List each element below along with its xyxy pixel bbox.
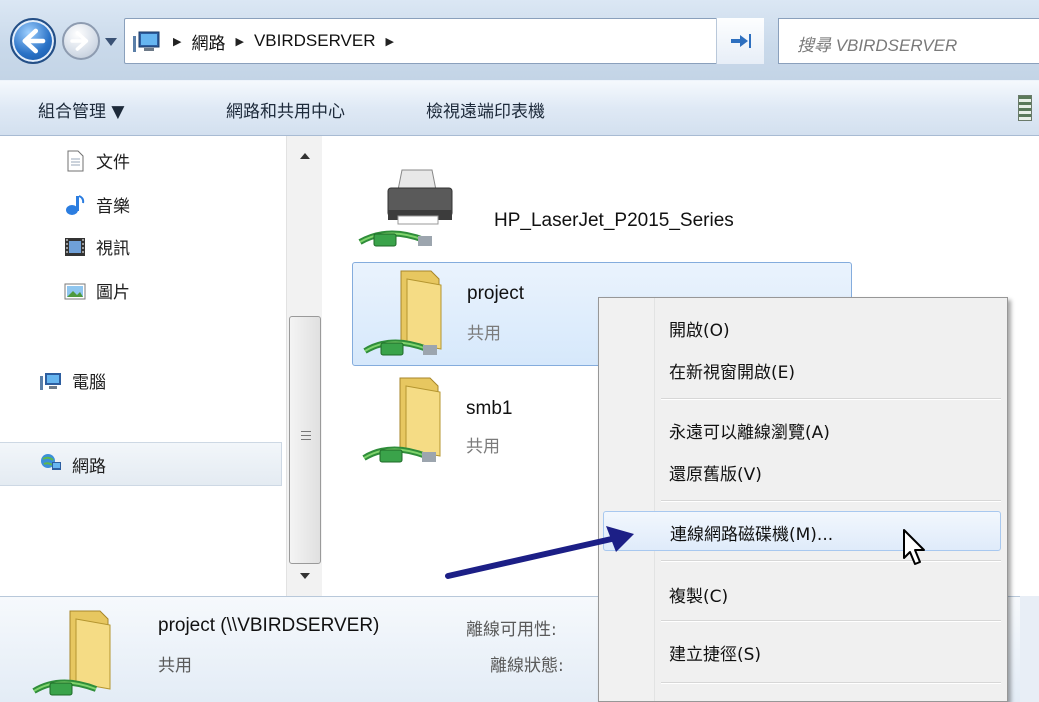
forward-button[interactable] (62, 22, 100, 60)
search-placeholder: 搜尋 VBIRDSERVER (797, 36, 958, 55)
sidebar-item-label: 文件 (96, 153, 130, 173)
command-bar: 組合管理 ▼ 網路和共用中心 檢視遠端印表機 (0, 80, 1039, 136)
menu-item-open[interactable]: 開啟(O) (603, 308, 1001, 348)
menu-item-label: 複製(C) (669, 587, 729, 607)
sidebar-item-label: 音樂 (96, 197, 130, 217)
sidebar-item-label: 視訊 (96, 239, 130, 259)
annotation-arrow-icon (445, 526, 634, 579)
menu-item-map-network-drive[interactable]: 連線網路磁碟機(M)... (603, 511, 1001, 551)
list-item-printer[interactable]: HP_LaserJet_P2015_Series (358, 160, 758, 260)
organize-menu-button[interactable]: 組合管理 ▼ (38, 97, 124, 122)
breadcrumb-network[interactable]: 網路 (191, 29, 225, 54)
sidebar-item-label: 網路 (72, 456, 106, 477)
navigation-pane: 文件 音樂 視訊 圖片 電腦 網路 (0, 136, 330, 596)
scroll-down-icon[interactable] (287, 564, 323, 588)
scrollbar-thumb[interactable] (289, 316, 321, 564)
search-input[interactable]: 搜尋 VBIRDSERVER (778, 18, 1039, 64)
item-type: 共用 (466, 437, 500, 457)
scrollbar-grip-icon (301, 431, 311, 443)
mouse-cursor-icon (903, 529, 925, 565)
sidebar-item-music[interactable]: 音樂 (64, 192, 130, 217)
network-icon (41, 454, 61, 470)
address-bar[interactable]: ▶ 網路 ▶ VBIRDSERVER ▶ (124, 18, 764, 64)
address-toolbar: ▶ 網路 ▶ VBIRDSERVER ▶ 搜尋 VBIRDSERVER (0, 0, 1039, 80)
menu-separator (661, 620, 1001, 622)
sidebar-item-videos[interactable]: 視訊 (64, 234, 130, 259)
window-frame (1020, 596, 1039, 702)
menu-item-label: 還原舊版(V) (669, 465, 762, 485)
video-icon (65, 237, 85, 256)
sidebar-item-computer[interactable]: 電腦 (40, 368, 106, 393)
picture-icon (64, 283, 86, 299)
refresh-button[interactable] (716, 18, 764, 64)
details-item-type: 共用 (158, 656, 192, 676)
menu-item-create-shortcut[interactable]: 建立捷徑(S) (603, 632, 1001, 672)
menu-item-label: 連線網路磁碟機(M)... (670, 525, 834, 545)
breadcrumb-vbirdserver[interactable]: VBIRDSERVER (254, 31, 376, 51)
sidebar-item-documents[interactable]: 文件 (64, 148, 130, 173)
sidebar-item-pictures[interactable]: 圖片 (64, 278, 130, 303)
sidebar-scrollbar[interactable] (286, 136, 322, 596)
menu-item-label: 建立捷徑(S) (669, 645, 762, 665)
view-remote-printers-button[interactable]: 檢視遠端印表機 (426, 97, 545, 122)
details-item-name: project (\\VBIRDSERVER) (158, 615, 380, 636)
forward-arrow-icon (70, 31, 89, 51)
item-type: 共用 (467, 324, 501, 344)
menu-separator (661, 500, 1001, 502)
music-icon (66, 194, 85, 215)
context-menu: 開啟(O) 在新視窗開啟(E) 永遠可以離線瀏覽(A) 還原舊版(V) 連線網路… (598, 297, 1008, 702)
network-sharing-center-button[interactable]: 網路和共用中心 (226, 97, 345, 122)
menu-item-open-new-window[interactable]: 在新視窗開啟(E) (603, 350, 1001, 390)
computer-icon (133, 31, 160, 52)
history-dropdown-icon[interactable] (104, 36, 118, 48)
document-icon (67, 150, 84, 171)
menu-item-label: 在新視窗開啟(E) (669, 363, 796, 383)
menu-separator (661, 682, 1001, 684)
menu-item-restore-previous[interactable]: 還原舊版(V) (603, 452, 1001, 492)
scroll-up-icon[interactable] (287, 144, 323, 168)
shared-folder-icon (362, 377, 441, 463)
sidebar-item-label: 電腦 (72, 373, 106, 393)
back-arrow-icon (22, 28, 46, 54)
item-name: HP_LaserJet_P2015_Series (494, 210, 734, 231)
sidebar-item-network[interactable]: 網路 (0, 442, 282, 486)
menu-separator (661, 398, 1001, 400)
menu-item-always-offline[interactable]: 永遠可以離線瀏覽(A) (603, 410, 1001, 450)
shared-folder-icon (363, 270, 442, 356)
refresh-icon (731, 34, 751, 48)
item-name: project (467, 283, 525, 304)
item-name: smb1 (466, 398, 513, 419)
breadcrumb: ▶ 網路 ▶ VBIRDSERVER ▶ (173, 19, 394, 63)
menu-separator (661, 560, 1001, 562)
offline-status-label: 離線狀態: (490, 656, 564, 676)
back-button[interactable] (10, 18, 56, 64)
offline-availability-label: 離線可用性: (466, 620, 557, 640)
menu-item-copy[interactable]: 複製(C) (603, 574, 1001, 614)
breadcrumb-chevron-icon[interactable]: ▶ (386, 35, 394, 48)
sidebar-item-label: 圖片 (96, 283, 130, 303)
menu-item-label: 永遠可以離線瀏覽(A) (669, 423, 830, 443)
shared-folder-icon (32, 610, 111, 696)
more-commands-icon[interactable] (1018, 95, 1032, 121)
network-printer-icon (358, 169, 453, 247)
menu-item-label: 開啟(O) (669, 321, 730, 341)
computer-icon (40, 372, 61, 390)
